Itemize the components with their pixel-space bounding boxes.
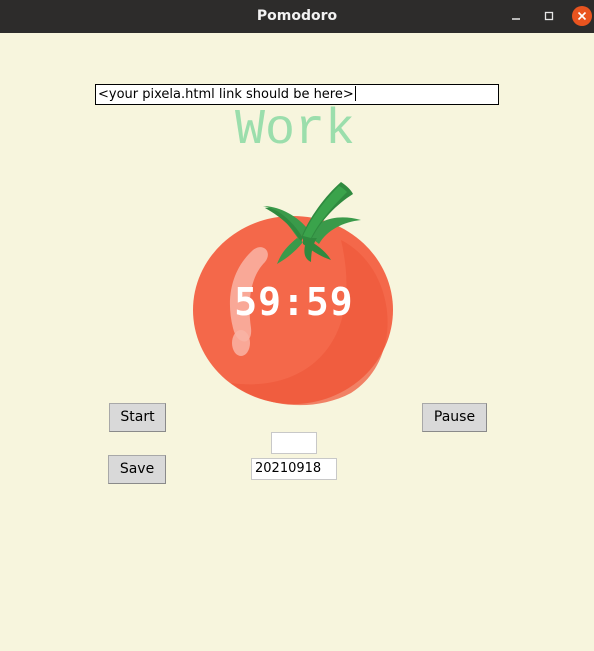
mode-label: Work: [234, 102, 356, 159]
pixela-link-value: <your pixela.html link should be here>: [98, 87, 354, 102]
date-input[interactable]: 20210918: [251, 458, 337, 480]
window-title: Pomodoro: [256, 8, 338, 24]
quantity-input[interactable]: [271, 432, 317, 454]
maximize-icon: [544, 11, 554, 21]
text-caret: [354, 86, 356, 101]
pomodoro-window: Pomodoro <your pixela.html link should b…: [0, 0, 594, 651]
minimize-icon: [512, 18, 520, 20]
start-button[interactable]: Start: [109, 403, 166, 432]
timer-display: 59:59: [234, 280, 354, 324]
maximize-button[interactable]: [539, 6, 559, 26]
minimize-button[interactable]: [506, 6, 526, 26]
pause-button[interactable]: Pause: [422, 403, 487, 432]
close-icon: [577, 11, 587, 21]
title-bar[interactable]: Pomodoro: [0, 0, 594, 33]
save-button[interactable]: Save: [108, 455, 166, 484]
close-button[interactable]: [572, 6, 592, 26]
